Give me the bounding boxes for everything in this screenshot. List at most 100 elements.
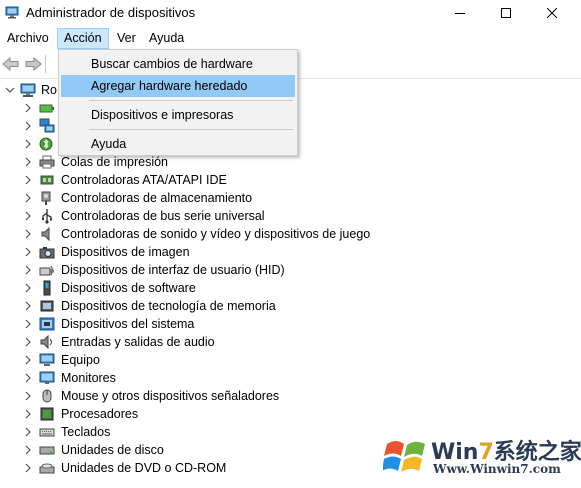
menu-item-ayuda[interactable]: Ayuda bbox=[61, 133, 295, 155]
expand-chevron-icon[interactable] bbox=[23, 301, 33, 311]
system-device-icon bbox=[39, 317, 55, 331]
menu-separator bbox=[89, 100, 293, 101]
tree-item-software-devices[interactable]: Dispositivos de software bbox=[0, 279, 420, 297]
battery-icon bbox=[39, 104, 54, 113]
bluetooth-icon bbox=[39, 137, 53, 151]
tree-item-label: Procesadores bbox=[61, 407, 139, 421]
tree-item-label: Dispositivos del sistema bbox=[61, 317, 195, 331]
tree-item-monitors[interactable]: Monitores bbox=[0, 369, 420, 387]
menu-archivo[interactable]: Archivo bbox=[1, 28, 55, 49]
tree-item-usb[interactable]: Controladoras de bus serie universal bbox=[0, 207, 420, 225]
tree-item-storage[interactable]: Controladoras de almacenamiento bbox=[0, 189, 420, 207]
expand-chevron-icon[interactable] bbox=[23, 193, 33, 203]
expand-chevron-icon[interactable] bbox=[23, 121, 33, 131]
hid-icon bbox=[39, 265, 54, 276]
tree-item-label: Colas de impresión bbox=[61, 155, 168, 169]
tree-root-label: Ro bbox=[41, 83, 57, 97]
collapse-chevron-icon[interactable] bbox=[5, 85, 15, 95]
tree-item-system-devices[interactable]: Dispositivos del sistema bbox=[0, 315, 420, 333]
expand-chevron-icon[interactable] bbox=[23, 211, 33, 221]
mouse-icon bbox=[42, 389, 52, 403]
tree-item-sound[interactable]: Controladoras de sonido y vídeo y dispos… bbox=[0, 225, 420, 243]
forward-arrow-icon[interactable] bbox=[24, 56, 42, 72]
menu-separator bbox=[89, 129, 293, 130]
watermark: Win7系统之家 Www.Winwin7.com bbox=[383, 430, 581, 486]
tree-item-label: Unidades de DVD o CD-ROM bbox=[61, 461, 227, 475]
tree-item-label: Dispositivos de imagen bbox=[61, 245, 190, 259]
toolbar-separator bbox=[45, 55, 46, 73]
menu-accion[interactable]: Acción bbox=[57, 28, 109, 49]
expand-chevron-icon[interactable] bbox=[23, 283, 33, 293]
tree-item-imaging[interactable]: Dispositivos de imagen bbox=[0, 243, 420, 261]
watermark-url: Www.Winwin7.com bbox=[433, 462, 561, 476]
expand-chevron-icon[interactable] bbox=[23, 175, 33, 185]
menu-item-buscar-cambios[interactable]: Buscar cambios de hardware bbox=[61, 53, 295, 75]
tree-item-memory-tech[interactable]: Dispositivos de tecnología de memoria bbox=[0, 297, 420, 315]
printer-queue-icon bbox=[39, 155, 55, 169]
menu-item-agregar-hardware[interactable]: Agregar hardware heredado bbox=[61, 75, 295, 97]
menu-bar: Archivo Acción Ver Ayuda bbox=[0, 28, 581, 49]
network-adapter-icon bbox=[39, 118, 55, 133]
windows-logo-icon bbox=[383, 441, 425, 472]
computer-icon bbox=[39, 353, 55, 366]
tree-item-audio-io[interactable]: Entradas y salidas de audio bbox=[0, 333, 420, 351]
expand-chevron-icon[interactable] bbox=[23, 157, 33, 167]
processor-icon bbox=[40, 407, 54, 421]
title-bar: Administrador de dispositivos bbox=[0, 0, 581, 26]
tree-item-label: Equipo bbox=[61, 353, 100, 367]
expand-chevron-icon[interactable] bbox=[23, 463, 33, 473]
expand-chevron-icon[interactable] bbox=[23, 427, 33, 437]
camera-icon bbox=[39, 247, 55, 259]
device-manager-icon bbox=[5, 6, 19, 19]
expand-chevron-icon[interactable] bbox=[23, 355, 33, 365]
expand-chevron-icon[interactable] bbox=[23, 247, 33, 257]
back-arrow-icon[interactable] bbox=[2, 56, 20, 72]
tree-item-label: Controladoras de bus serie universal bbox=[61, 209, 265, 223]
ide-controller-icon bbox=[40, 175, 54, 185]
expand-chevron-icon[interactable] bbox=[23, 139, 33, 149]
expand-chevron-icon[interactable] bbox=[23, 103, 33, 113]
tree-item-label: Controladoras ATA/ATAPI IDE bbox=[61, 173, 227, 187]
minimize-icon bbox=[455, 13, 465, 14]
keyboard-icon bbox=[39, 428, 55, 437]
accion-dropdown-menu: Buscar cambios de hardware Agregar hardw… bbox=[58, 49, 298, 156]
disk-drive-icon bbox=[39, 446, 55, 455]
tree-item-keyboards[interactable]: Teclados bbox=[0, 423, 420, 441]
tree-item-ide[interactable]: Controladoras ATA/ATAPI IDE bbox=[0, 171, 420, 189]
speaker-icon bbox=[41, 226, 50, 242]
tree-item-hid[interactable]: Dispositivos de interfaz de usuario (HID… bbox=[0, 261, 420, 279]
menu-ayuda[interactable]: Ayuda bbox=[143, 28, 190, 49]
expand-chevron-icon[interactable] bbox=[23, 373, 33, 383]
expand-chevron-icon[interactable] bbox=[23, 337, 33, 347]
tree-item-label: Dispositivos de interfaz de usuario (HID… bbox=[61, 263, 285, 277]
tree-item-label: Dispositivos de tecnología de memoria bbox=[61, 299, 276, 313]
expand-chevron-icon[interactable] bbox=[23, 319, 33, 329]
minimize-button[interactable] bbox=[437, 0, 483, 26]
tree-item-label: Unidades de disco bbox=[61, 443, 164, 457]
expand-chevron-icon[interactable] bbox=[23, 445, 33, 455]
tree-item-dvd[interactable]: Unidades de DVD o CD-ROM bbox=[0, 459, 420, 477]
maximize-button[interactable] bbox=[483, 0, 529, 26]
tree-item-processors[interactable]: Procesadores bbox=[0, 405, 420, 423]
monitor-icon bbox=[39, 371, 55, 384]
computer-root-icon bbox=[20, 83, 36, 97]
tree-item-disk-drives[interactable]: Unidades de disco bbox=[0, 441, 420, 459]
tree-item-label: Dispositivos de software bbox=[61, 281, 196, 295]
menu-item-dispositivos-impresoras[interactable]: Dispositivos e impresoras bbox=[61, 104, 295, 126]
tree-item-label: Controladoras de almacenamiento bbox=[61, 191, 253, 205]
expand-chevron-icon[interactable] bbox=[23, 409, 33, 419]
expand-chevron-icon[interactable] bbox=[23, 265, 33, 275]
tree-item-mouse[interactable]: Mouse y otros dispositivos señaladores bbox=[0, 387, 420, 405]
tree-item-computer[interactable]: Equipo bbox=[0, 351, 420, 369]
expand-chevron-icon[interactable] bbox=[23, 229, 33, 239]
memory-icon bbox=[40, 300, 54, 312]
tree-item-label: Mouse y otros dispositivos señaladores bbox=[61, 389, 280, 403]
close-button[interactable] bbox=[529, 0, 575, 26]
tree-item-label: Entradas y salidas de audio bbox=[61, 335, 215, 349]
dvd-drive-icon bbox=[39, 463, 55, 474]
software-device-icon bbox=[43, 280, 51, 296]
menu-ver[interactable]: Ver bbox=[111, 28, 142, 49]
maximize-icon bbox=[501, 8, 511, 18]
expand-chevron-icon[interactable] bbox=[23, 391, 33, 401]
window-title: Administrador de dispositivos bbox=[26, 5, 196, 20]
